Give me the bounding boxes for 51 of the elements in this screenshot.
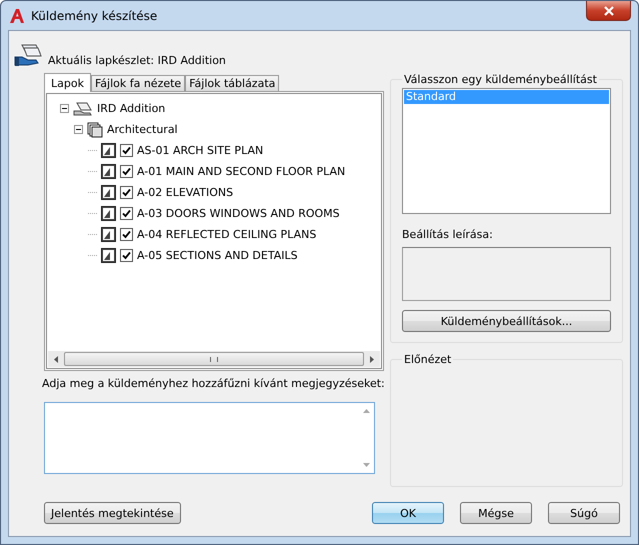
sheet-icon <box>101 248 116 263</box>
collapse-icon[interactable] <box>74 125 83 134</box>
tree-item[interactable]: A-01 MAIN AND SECOND FLOOR PLAN <box>137 165 346 178</box>
dialog-button[interactable]: OK <box>372 502 444 524</box>
checkbox[interactable] <box>120 228 133 241</box>
app-logo-icon <box>9 8 25 24</box>
report-button[interactable]: Jelentés megtekintése <box>44 502 181 524</box>
checkbox[interactable] <box>120 186 133 199</box>
tree-item[interactable]: A-03 DOORS WINDOWS AND ROOMS <box>137 207 340 220</box>
close-button[interactable] <box>586 1 631 21</box>
notes-label: Adja meg a küldeményhez hozzáfűzni kívánt megjegyzéseket: <box>42 377 384 390</box>
sheet-icon <box>101 227 116 242</box>
checkbox[interactable] <box>120 207 133 220</box>
tree-line <box>88 170 97 172</box>
checkbox[interactable] <box>120 249 133 262</box>
tree-line <box>88 192 97 194</box>
checkbox[interactable] <box>120 144 133 157</box>
scroll-left-icon[interactable] <box>54 356 58 362</box>
setups-button[interactable]: Küldeménybeállítások... <box>402 310 611 332</box>
close-icon <box>604 6 614 16</box>
tree-item[interactable]: Architectural <box>107 123 178 136</box>
sheet-icon <box>101 143 116 158</box>
checkbox[interactable] <box>120 165 133 178</box>
tab[interactable]: Lapok <box>44 73 91 92</box>
sheet-icon <box>101 206 116 221</box>
tab[interactable]: Fájlok táblázata <box>185 75 280 91</box>
tree-item[interactable]: IRD Addition <box>97 102 166 115</box>
window-title: Küldemény készítése <box>31 8 158 22</box>
tree-line <box>88 254 97 256</box>
group-title: Előnézet <box>403 353 452 366</box>
horizontal-scrollbar[interactable] <box>48 351 380 367</box>
dialog-button[interactable]: Mégse <box>460 502 532 524</box>
tree-item[interactable]: A-04 REFLECTED CEILING PLANS <box>137 228 316 241</box>
collapse-icon[interactable] <box>60 104 69 113</box>
tree-line <box>88 150 97 152</box>
sheets-hand-icon <box>14 43 42 69</box>
description-label: Beállítás leírása: <box>402 228 494 241</box>
dialog-button[interactable]: Súgó <box>548 502 620 524</box>
group-title: Válasszon egy küldeménybeállítást <box>403 73 598 86</box>
sheet-icon <box>101 185 116 200</box>
tab[interactable]: Fájlok fa nézete <box>90 75 186 91</box>
current-sheet-set-label: Aktuális lapkészlet: IRD Addition <box>48 54 226 67</box>
tree-line <box>88 212 97 214</box>
tree-item[interactable]: A-05 SECTIONS AND DETAILS <box>137 249 298 262</box>
tree-line <box>88 234 97 236</box>
scroll-right-icon[interactable] <box>370 356 374 362</box>
sheet-icon <box>101 164 116 179</box>
tree-item[interactable]: A-02 ELEVATIONS <box>137 186 234 199</box>
tree-item[interactable]: AS-01 ARCH SITE PLAN <box>137 144 264 157</box>
sheet-set-icon <box>73 100 93 116</box>
stacked-sheets-icon <box>87 122 103 138</box>
